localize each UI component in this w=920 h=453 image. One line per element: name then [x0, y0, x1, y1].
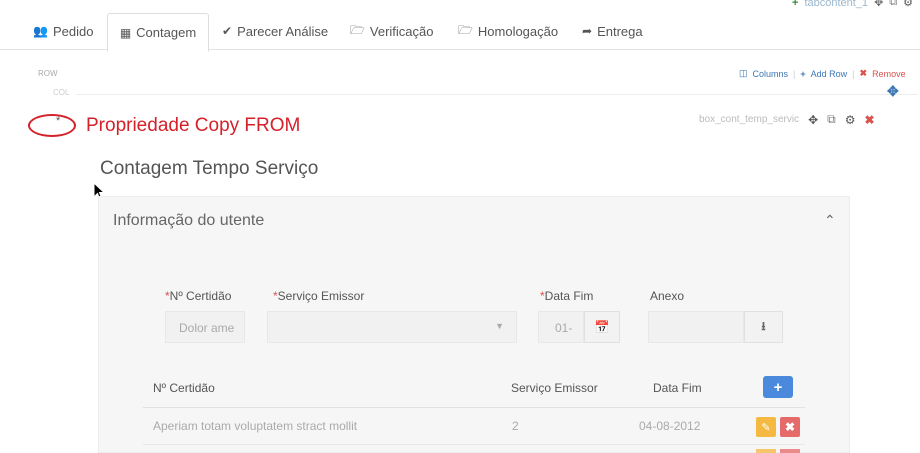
copy-icon[interactable]: ⧉ — [889, 0, 897, 9]
tab-label: Entrega — [597, 23, 643, 39]
separator: | — [852, 68, 855, 79]
calendar-icon: 📅 — [594, 320, 610, 334]
folder-open-icon: 🗁 — [458, 22, 473, 37]
table-header-servico: Serviço Emissor — [511, 381, 598, 395]
cell-servico: 2 — [512, 419, 519, 433]
table-header-certidao: Nº Certidão — [153, 381, 215, 395]
anexo-label: Anexo — [650, 289, 684, 303]
delete-button[interactable]: ✖ — [780, 417, 800, 437]
tab-entrega[interactable]: ➦ Entrega — [582, 13, 643, 49]
certidao-label: *Nº Certidão — [165, 289, 232, 303]
row-controls: ◫ Columns | + Add Row | ✖ Remove — [739, 68, 906, 79]
component-name: box_cont_temp_servic — [699, 114, 800, 125]
add-col-icon[interactable]: ✥ — [887, 83, 899, 100]
col-label: COL — [53, 88, 70, 97]
calendar-button[interactable]: 📅 — [584, 311, 620, 343]
gear-icon[interactable]: ⚙ — [903, 0, 913, 9]
tab-label: Contagem — [136, 25, 197, 40]
tab-label: Parecer Análise — [237, 23, 329, 39]
next-delete-button[interactable] — [780, 449, 800, 453]
data-fim-field[interactable]: 01- — [538, 311, 584, 343]
tab-homologacao[interactable]: 🗁 Homologação — [458, 13, 558, 49]
asterisk-marker: * — [56, 115, 61, 127]
edit-button[interactable]: ✎ — [756, 417, 776, 437]
check-icon: ✔ — [222, 24, 233, 38]
data-fim-value: 01- — [555, 321, 573, 335]
remove-button[interactable]: Remove — [872, 69, 906, 79]
tab-verificacao[interactable]: 🗁 Verificação — [350, 13, 433, 49]
caret-down-icon: ▼ — [495, 321, 504, 331]
upload-icon: ⭳ — [761, 318, 766, 333]
servico-label-text: Serviço Emissor — [277, 289, 365, 303]
table-header-data-fim: Data Fim — [653, 381, 702, 395]
separator: | — [793, 68, 796, 79]
data-fim-label-text: Data Fim — [544, 289, 594, 303]
table-row: Aperiam totam voluptatem stract mollit 2… — [143, 408, 805, 444]
component-controls: box_cont_temp_servic ✥ ⧉ ⚙ ✖ — [699, 112, 875, 127]
tab-contagem[interactable]: ▦ Contagem — [107, 13, 209, 52]
panel-title: Informação do utente — [113, 212, 265, 229]
anexo-field[interactable] — [648, 311, 744, 343]
close-icon: ✖ — [784, 420, 796, 434]
annotation-text: Propriedade Copy FROM — [86, 115, 301, 136]
tabcontent-controls: + tabcontent_1 ✥ ⧉ ⚙ — [792, 0, 913, 9]
section-title: Contagem Tempo Serviço — [100, 158, 319, 179]
plus-icon[interactable]: + — [800, 69, 805, 79]
paper-plane-icon: ➦ — [582, 24, 593, 38]
add-row-button[interactable]: Add Row — [811, 69, 848, 79]
cell-data-fim: 04-08-2012 — [639, 419, 701, 433]
certidao-value: Dolor ame — [179, 321, 235, 335]
move-icon[interactable]: ✥ — [808, 113, 818, 127]
columns-icon[interactable]: ◫ — [739, 68, 748, 79]
upload-button[interactable]: ⭳ — [744, 311, 783, 343]
move-icon[interactable]: ✥ — [874, 0, 883, 9]
col-divider — [76, 94, 918, 95]
calculator-icon: ▦ — [119, 25, 132, 40]
tab-bar: 👥 Pedido ▦ Contagem ✔ Parecer Análise 🗁 … — [0, 0, 920, 52]
gear-icon[interactable]: ⚙ — [845, 113, 856, 127]
data-fim-label: *Data Fim — [540, 289, 594, 303]
pencil-icon: ✎ — [761, 421, 771, 434]
tab-parecer-analise[interactable]: ✔ Parecer Análise — [222, 13, 328, 49]
certidao-field[interactable]: Dolor ame — [165, 311, 245, 343]
next-edit-button[interactable] — [756, 449, 776, 453]
plus-icon[interactable]: + — [792, 0, 798, 9]
close-icon[interactable]: ✖ — [860, 68, 868, 79]
certidao-label-text: Nº Certidão — [169, 289, 232, 303]
tab-label: Homologação — [477, 23, 559, 39]
chevron-up-icon[interactable]: ⌃ — [824, 212, 836, 229]
users-icon: 👥 — [33, 24, 48, 38]
cell-certidao: Aperiam totam voluptatem stract mollit — [153, 419, 358, 433]
tab-label: Verificação — [369, 23, 434, 39]
row-label: ROW — [38, 69, 58, 78]
table-row-divider — [143, 444, 805, 445]
tab-label: Pedido — [52, 23, 94, 39]
tab-pedido[interactable]: 👥 Pedido — [33, 13, 93, 49]
copy-icon[interactable]: ⧉ — [827, 112, 836, 127]
tabcontent-label: tabcontent_1 — [804, 0, 869, 9]
add-row-plus-button[interactable]: + — [763, 376, 793, 398]
columns-button[interactable]: Columns — [753, 69, 789, 79]
close-icon[interactable]: ✖ — [864, 113, 874, 127]
servico-select[interactable]: ▼ — [267, 311, 517, 343]
annotation-ellipse — [28, 114, 76, 137]
anexo-label-text: Anexo — [650, 289, 685, 303]
servico-label: *Serviço Emissor — [273, 289, 365, 303]
folder-open-icon: 🗁 — [350, 22, 365, 37]
